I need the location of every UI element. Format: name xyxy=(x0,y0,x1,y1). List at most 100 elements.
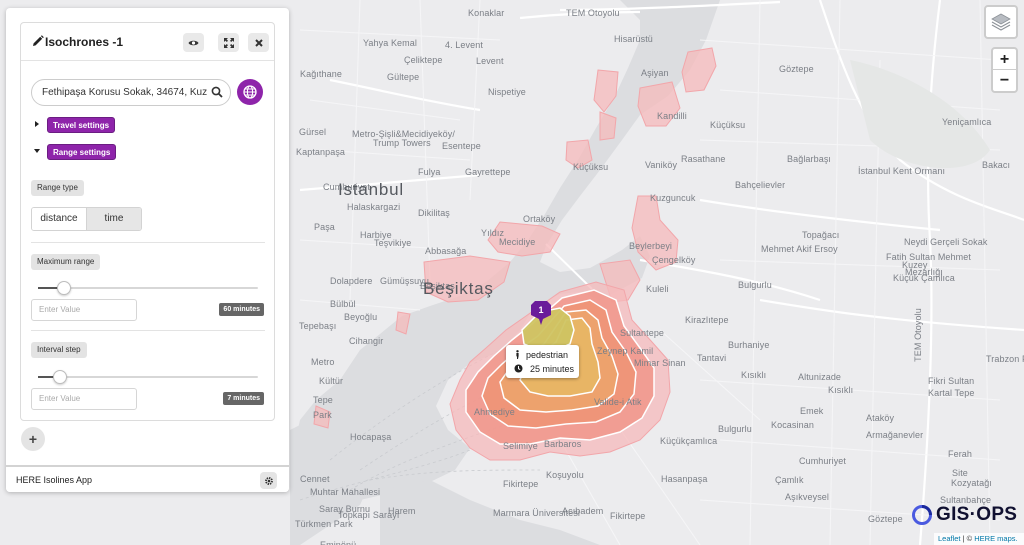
map-place-label: Bahçelievler xyxy=(735,180,786,190)
map-place-label: TEM Otoyolu xyxy=(566,8,620,18)
maximum-range-slider-thumb[interactable] xyxy=(57,281,71,295)
map-place-label: Aşıkveysel xyxy=(785,492,830,502)
map-place-label: Gürsel xyxy=(299,127,327,137)
map-place-label: Gayrettepe xyxy=(465,167,511,177)
map-place-label: Yahya Kemal xyxy=(363,38,417,48)
map-place-label: Muhtar Mahallesi xyxy=(310,487,381,497)
interval-step-slider[interactable] xyxy=(38,370,258,384)
interval-step-value-badge: 7 minutes xyxy=(223,392,264,405)
map-place-label: Çamlık xyxy=(775,475,804,485)
interval-step-label: Interval step xyxy=(31,342,87,358)
pedestrian-icon xyxy=(516,350,519,359)
isochrone-card: Isochrones -1 Fethipaşa Korusu Sokak, 34… xyxy=(20,22,275,421)
map-place-label: Fatih Sultan Mehmet xyxy=(886,252,971,262)
interval-step-input[interactable]: Enter Value xyxy=(31,388,137,410)
map-place-label: Halaskargazi xyxy=(347,202,401,212)
zoom-in-button[interactable]: + xyxy=(993,49,1016,70)
map-place-label: Kuleli xyxy=(646,284,669,294)
map-place-label: Bülbül xyxy=(330,299,356,309)
map-place-label: Tepebaşı xyxy=(299,321,337,331)
map-place-label: Bulgurlu xyxy=(738,280,772,290)
address-search-field[interactable]: Fethipaşa Korusu Sokak, 34674, Kuzguncuk xyxy=(31,79,231,106)
interval-step-slider-thumb[interactable] xyxy=(53,370,67,384)
map-place-label: Göztepe xyxy=(868,514,903,524)
map-place-label: Beyoğlu xyxy=(344,312,378,322)
map-place-label: Paşa xyxy=(314,222,335,232)
settings-button[interactable] xyxy=(260,472,277,489)
map-place-label: Burhaniye xyxy=(728,340,770,350)
map-place-label: Kirazlıtepe xyxy=(685,315,729,325)
here-maps-link[interactable]: HERE maps. xyxy=(974,534,1017,543)
map-place-label: Neydi Gerçeli Sokak xyxy=(904,237,988,247)
map-place-label: Kandilli xyxy=(657,111,687,121)
range-settings-collapse-icon[interactable] xyxy=(34,149,40,153)
map-place-label: Mimar Sinan xyxy=(634,358,686,368)
maximum-range-slider[interactable] xyxy=(38,281,258,295)
map-place-label: Sultantepe xyxy=(620,328,665,338)
leaflet-link[interactable]: Leaflet xyxy=(938,534,961,543)
range-type-distance[interactable]: distance xyxy=(32,208,86,230)
sidebar-footer: HERE Isolines App xyxy=(6,465,289,492)
map-place-label: Hisarüstü xyxy=(614,34,653,44)
range-type-time[interactable]: time xyxy=(86,208,141,230)
zoom-to-isochrone-button[interactable] xyxy=(218,33,239,52)
address-input[interactable]: Fethipaşa Korusu Sokak, 34674, Kuzguncuk xyxy=(42,87,207,98)
popup-duration: 25 minutes xyxy=(530,364,575,374)
map-place-label: Marmara Üniversitesi xyxy=(493,508,581,518)
map-place-label: Topağacı xyxy=(802,230,840,240)
range-type-label: Range type xyxy=(31,180,84,196)
isochrone-popup: pedestrian 25 minutes xyxy=(506,345,579,378)
map-place-label: İstanbul Kent Ormanı xyxy=(858,166,946,176)
map-place-label: Kartal Tepe xyxy=(928,388,975,398)
travel-settings-expand-icon[interactable] xyxy=(35,121,39,127)
map-place-label: Ortaköy xyxy=(523,214,556,224)
toggle-visibility-button[interactable] xyxy=(183,33,204,52)
map-place-label: Fikri Sultan xyxy=(928,376,975,386)
map-place-label: Mezarlığı xyxy=(905,267,943,277)
maximum-range-input[interactable]: Enter Value xyxy=(31,299,137,321)
travel-settings-button[interactable]: Travel settings xyxy=(47,117,116,133)
attribution-separator: | © xyxy=(960,534,975,543)
add-isochrone-button[interactable]: + xyxy=(21,427,45,451)
map-place-label: Cihangir xyxy=(349,336,384,346)
map-place-label: Tepe xyxy=(313,395,333,405)
layer-switcher-button[interactable] xyxy=(984,5,1018,39)
globe-icon xyxy=(243,85,257,99)
search-icon[interactable] xyxy=(211,86,223,98)
isochrone-center-marker[interactable]: 1 xyxy=(530,300,552,326)
zoom-out-button[interactable]: − xyxy=(993,70,1016,91)
popup-mode-row: pedestrian xyxy=(514,350,568,360)
pencil-icon[interactable] xyxy=(32,35,44,47)
map-place-label: Teşvikiye xyxy=(374,238,412,248)
map-place-label: Fikirtepe xyxy=(610,511,646,521)
map-place-label: Valide-i Atik xyxy=(594,397,642,407)
map-place-label: Tantavi xyxy=(697,353,727,363)
map-place-label: Hasanpaşa xyxy=(661,474,708,484)
map-place-label: Hocapaşa xyxy=(350,432,392,442)
range-type-toggle[interactable]: distance time xyxy=(31,207,142,231)
divider xyxy=(31,330,265,331)
map-place-label: Çeliktepe xyxy=(404,55,443,65)
map-place-label: Trabzon Park xyxy=(986,354,1024,364)
map-place-label: Küçüksu xyxy=(573,162,609,172)
map-place-label: Bakacı xyxy=(982,160,1011,170)
remove-isochrone-button[interactable] xyxy=(248,33,269,52)
gisops-logo: GIS·OPS xyxy=(911,503,1017,527)
zoom-control: + − xyxy=(991,47,1018,93)
map-place-label: Ahmediye xyxy=(474,407,515,417)
card-header: Isochrones -1 xyxy=(21,23,274,61)
map-place-label: Yeniçamlıca xyxy=(942,117,992,127)
map-place-label: Bağlarbaşı xyxy=(787,154,832,164)
popup-mode: pedestrian xyxy=(526,350,569,360)
map-place-label: Mecidiye xyxy=(499,237,536,247)
map-place-label: Kocasinan xyxy=(771,420,814,430)
gear-icon xyxy=(264,476,273,485)
eye-icon xyxy=(188,40,199,45)
layers-icon xyxy=(991,13,1011,31)
map-place-label: Gültepe xyxy=(387,72,420,82)
range-settings-button[interactable]: Range settings xyxy=(47,144,117,160)
map-place-label: Kısıklı xyxy=(741,370,767,380)
map-place-label: Beylerbeyi xyxy=(629,241,673,251)
pick-on-map-button[interactable] xyxy=(237,79,263,105)
map-place-label: Armağanevler xyxy=(866,430,924,440)
